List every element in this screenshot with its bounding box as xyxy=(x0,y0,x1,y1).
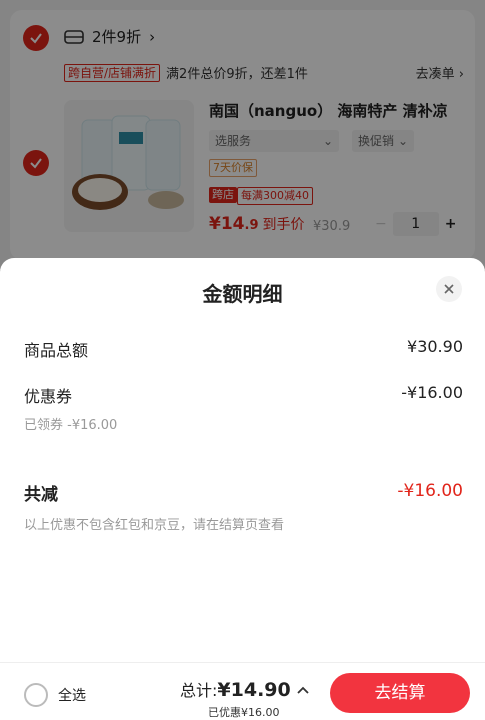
chevron-up-icon[interactable] xyxy=(296,685,310,695)
sheet-title: 金额明细 xyxy=(202,282,283,306)
goods-total-value: ¥30.90 xyxy=(407,337,463,356)
close-icon xyxy=(444,284,454,294)
total-discount-label: 共减 xyxy=(24,485,58,505)
saved-amount: 已优惠¥16.00 xyxy=(208,706,280,719)
select-all-toggle[interactable]: 全选 xyxy=(24,683,86,707)
total-discount-value: -¥16.00 xyxy=(397,481,463,501)
checkout-bar: 全选 总计:¥14.90 已优惠¥16.00 去结算 xyxy=(0,662,485,720)
total-amount: 总计:¥14.90 xyxy=(180,679,291,701)
select-all-label: 全选 xyxy=(58,688,86,704)
close-button[interactable] xyxy=(436,276,462,302)
coupon-label: 优惠券 xyxy=(24,387,73,406)
coupon-note: 已领券 -¥16.00 xyxy=(24,418,118,433)
amount-detail-sheet: 金额明细 商品总额 ¥30.90 优惠券 -¥16.00 已领券 -¥16.00… xyxy=(0,258,485,720)
checkout-button[interactable]: 去结算 xyxy=(330,673,470,713)
select-all-radio[interactable] xyxy=(24,683,48,707)
coupon-value: -¥16.00 xyxy=(401,383,463,402)
disclaimer-text: 以上优惠不包含红包和京豆，请在结算页查看 xyxy=(24,518,285,533)
goods-total-label: 商品总额 xyxy=(24,341,89,360)
